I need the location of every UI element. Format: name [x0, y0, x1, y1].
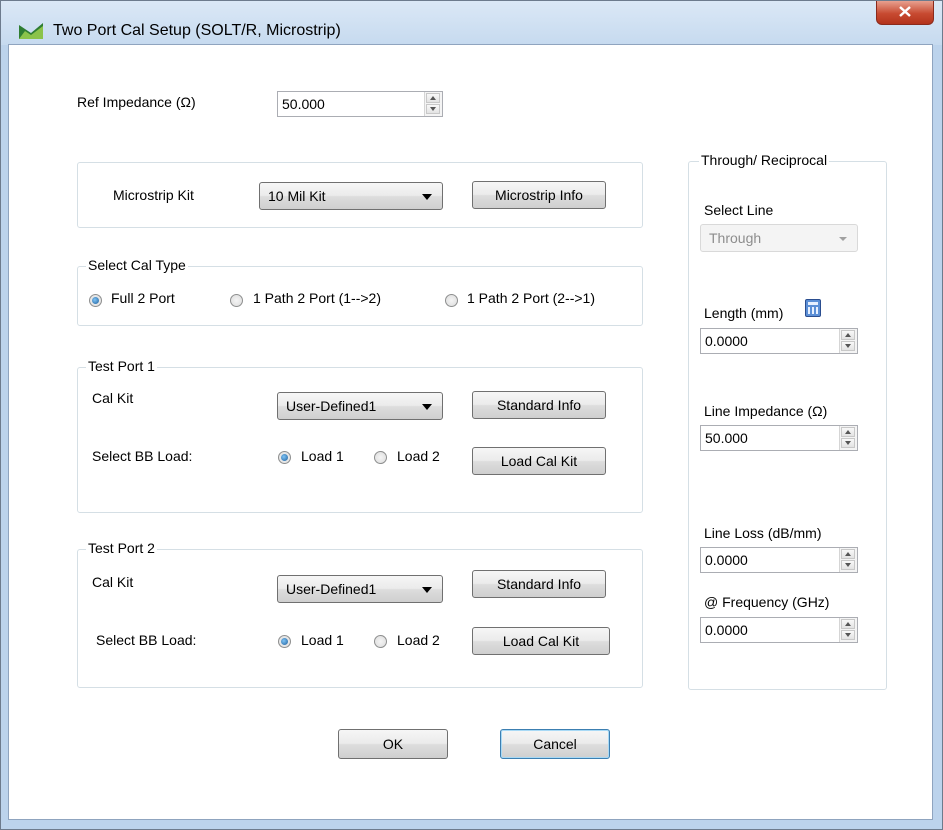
port2-load-cal-kit-button[interactable]: Load Cal Kit: [472, 627, 610, 655]
cancel-button[interactable]: Cancel: [500, 729, 610, 759]
window-title: Two Port Cal Setup (SOLT/R, Microstrip): [53, 22, 341, 39]
spin-up-icon[interactable]: [841, 549, 855, 559]
spin-up-icon[interactable]: [841, 427, 855, 437]
chevron-down-icon: [422, 587, 432, 593]
port2-bb-load-label: Select BB Load:: [96, 632, 197, 648]
spin-down-icon[interactable]: [841, 438, 855, 448]
app-icon: [19, 23, 43, 39]
length-spinbox[interactable]: 0.0000: [700, 328, 858, 354]
title-bar[interactable]: Two Port Cal Setup (SOLT/R, Microstrip): [1, 1, 942, 45]
cal-type-1-path-12-radio[interactable]: [230, 294, 243, 307]
port1-load2-label: Load 2: [397, 448, 440, 464]
frequency-spinbox[interactable]: 0.0000: [700, 617, 858, 643]
calculator-icon[interactable]: [805, 299, 821, 317]
test-port-1-group: Test Port 1: [77, 358, 643, 513]
select-line-dropdown[interactable]: Through: [700, 224, 858, 252]
test-port-1-title: Test Port 1: [86, 358, 157, 374]
port2-load1-radio[interactable]: [278, 635, 291, 648]
spin-up-icon[interactable]: [426, 93, 440, 103]
microstrip-kit-label: Microstrip Kit: [113, 187, 194, 203]
port1-cal-kit-dropdown[interactable]: User-Defined1: [277, 392, 443, 420]
chevron-down-icon: [839, 237, 847, 241]
test-port-2-title: Test Port 2: [86, 540, 157, 556]
port1-load1-radio[interactable]: [278, 451, 291, 464]
port2-cal-kit-label: Cal Kit: [92, 574, 134, 590]
microstrip-info-button[interactable]: Microstrip Info: [472, 181, 606, 209]
cal-type-title: Select Cal Type: [86, 257, 188, 273]
cal-type-option-label: 1 Path 2 Port (1-->2): [253, 290, 382, 306]
line-impedance-label: Line Impedance (Ω): [704, 403, 828, 419]
line-impedance-spinbox[interactable]: 50.000: [700, 425, 858, 451]
line-loss-value: 0.0000: [705, 552, 748, 568]
spin-up-icon[interactable]: [841, 619, 855, 629]
through-reciprocal-title: Through/ Reciprocal: [699, 152, 830, 168]
frequency-label: @ Frequency (GHz): [704, 594, 830, 610]
ref-impedance-label: Ref Impedance (Ω): [77, 94, 196, 110]
chevron-down-icon: [422, 194, 432, 200]
port2-standard-info-button[interactable]: Standard Info: [472, 570, 606, 598]
select-line-label: Select Line: [704, 202, 774, 218]
ok-button[interactable]: OK: [338, 729, 448, 759]
port2-load2-label: Load 2: [397, 632, 440, 648]
spin-up-icon[interactable]: [841, 330, 855, 340]
cal-type-1-path-21-radio[interactable]: [445, 294, 458, 307]
cal-type-option-label: Full 2 Port: [111, 290, 175, 306]
port1-standard-info-button[interactable]: Standard Info: [472, 391, 606, 419]
ref-impedance-value: 50.000: [282, 96, 325, 112]
port1-load2-radio[interactable]: [374, 451, 387, 464]
port2-load2-radio[interactable]: [374, 635, 387, 648]
microstrip-kit-value: 10 Mil Kit: [268, 188, 326, 204]
port1-cal-kit-value: User-Defined1: [286, 398, 377, 414]
select-line-value: Through: [709, 230, 762, 246]
frequency-value: 0.0000: [705, 622, 748, 638]
port1-bb-load-label: Select BB Load:: [92, 448, 193, 464]
port2-cal-kit-value: User-Defined1: [286, 581, 377, 597]
chevron-down-icon: [422, 404, 432, 410]
length-label: Length (mm): [704, 305, 784, 321]
close-button[interactable]: [876, 1, 934, 25]
spin-down-icon[interactable]: [426, 104, 440, 114]
spin-down-icon[interactable]: [841, 341, 855, 351]
port2-load1-label: Load 1: [301, 632, 344, 648]
cal-type-full-2-port-radio[interactable]: [89, 294, 102, 307]
microstrip-kit-dropdown[interactable]: 10 Mil Kit: [259, 182, 443, 210]
port1-load1-label: Load 1: [301, 448, 344, 464]
cal-type-option-label: 1 Path 2 Port (2-->1): [467, 290, 596, 306]
spin-down-icon[interactable]: [841, 630, 855, 640]
length-value: 0.0000: [705, 333, 748, 349]
line-loss-spinbox[interactable]: 0.0000: [700, 547, 858, 573]
ref-impedance-spinbox[interactable]: 50.000: [277, 91, 443, 117]
port1-load-cal-kit-button[interactable]: Load Cal Kit: [472, 447, 606, 475]
port1-cal-kit-label: Cal Kit: [92, 390, 134, 406]
port2-cal-kit-dropdown[interactable]: User-Defined1: [277, 575, 443, 603]
close-icon: [899, 6, 911, 17]
spin-down-icon[interactable]: [841, 560, 855, 570]
line-impedance-value: 50.000: [705, 430, 748, 446]
line-loss-label: Line Loss (dB/mm): [704, 525, 822, 541]
